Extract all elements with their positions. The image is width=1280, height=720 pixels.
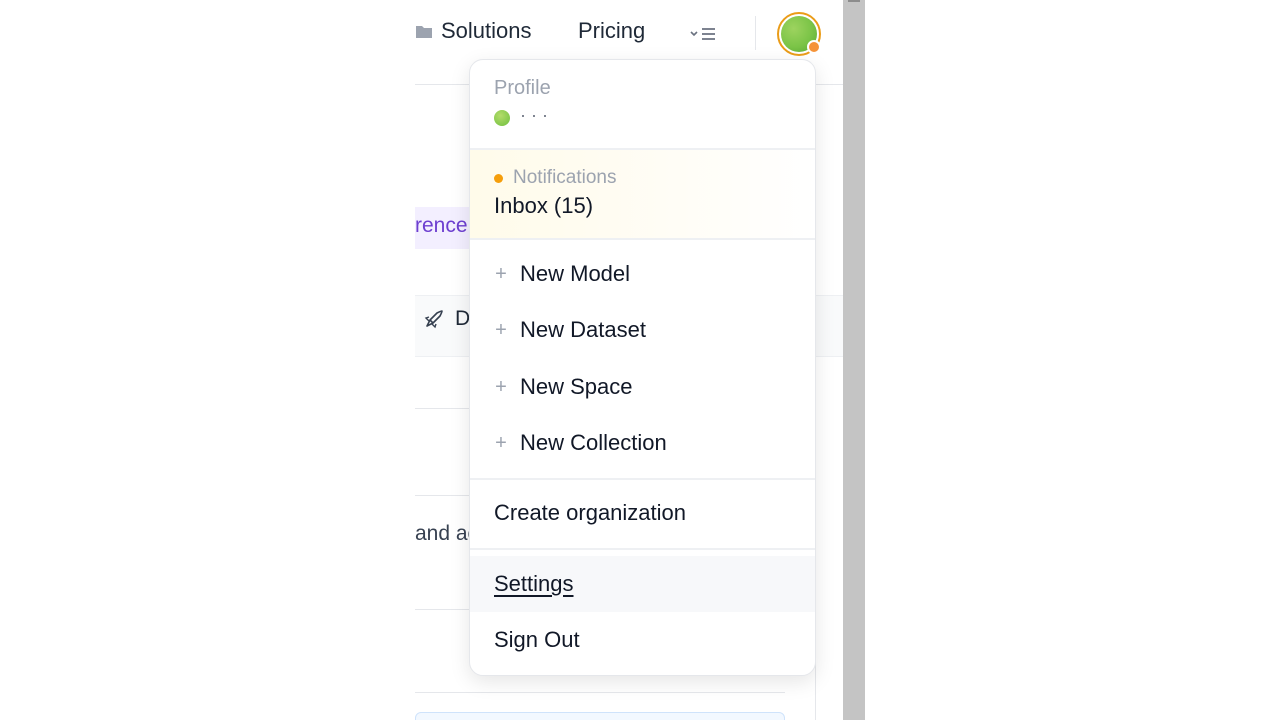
menu-new-space-label: New Space bbox=[520, 374, 633, 399]
plus-icon: + bbox=[495, 431, 507, 454]
menu-new-model-label: New Model bbox=[520, 261, 631, 286]
nav-more-button[interactable] bbox=[687, 22, 719, 46]
profile-section[interactable]: Profile · · · bbox=[470, 60, 815, 148]
menu-new-model[interactable]: + New Model bbox=[470, 246, 815, 302]
content-divider bbox=[415, 609, 475, 610]
nav-divider bbox=[755, 16, 756, 50]
plus-icon: + bbox=[495, 262, 507, 285]
menu-sign-out-label: Sign Out bbox=[494, 627, 580, 652]
plus-icon: + bbox=[495, 375, 507, 398]
content-divider bbox=[415, 495, 475, 496]
menu-settings-label: Settings bbox=[494, 571, 574, 596]
menu-new-dataset-label: New Dataset bbox=[520, 317, 646, 342]
profile-username: · · · bbox=[520, 111, 548, 125]
menu-create-organization[interactable]: Create organization bbox=[470, 485, 815, 541]
menu-sign-out[interactable]: Sign Out bbox=[470, 612, 815, 668]
plus-icon: + bbox=[495, 318, 507, 341]
profile-row[interactable]: · · · bbox=[494, 110, 548, 126]
notifications-label: Notifications bbox=[513, 167, 617, 188]
nav-pricing[interactable]: Pricing bbox=[578, 18, 645, 44]
menu-separator bbox=[470, 548, 815, 550]
content-divider bbox=[415, 408, 475, 409]
notification-badge-dot bbox=[807, 40, 821, 54]
chevron-menu-icon bbox=[690, 28, 715, 40]
top-navigation: Solutions Pricing bbox=[415, 0, 843, 68]
user-dropdown-menu: Profile · · · Notifications Inbox (15) +… bbox=[469, 59, 816, 676]
menu-new-dataset[interactable]: + New Dataset bbox=[470, 302, 815, 358]
notifications-label-row: Notifications bbox=[494, 167, 617, 189]
menu-settings[interactable]: Settings bbox=[470, 556, 815, 612]
inbox-count[interactable]: Inbox (15) bbox=[494, 193, 593, 219]
nav-pricing-label: Pricing bbox=[578, 18, 646, 43]
rocket-icon bbox=[424, 310, 443, 329]
nav-solutions[interactable]: Solutions bbox=[415, 18, 532, 44]
menu-new-collection[interactable]: + New Collection bbox=[470, 415, 815, 471]
notifications-section[interactable]: Notifications Inbox (15) bbox=[470, 150, 815, 238]
menu-separator bbox=[470, 238, 815, 240]
deploy-label-fragment: D bbox=[455, 307, 471, 330]
mini-avatar-icon bbox=[494, 110, 510, 126]
info-box bbox=[415, 712, 785, 720]
menu-new-collection-label: New Collection bbox=[520, 430, 667, 455]
scrollbar-arrow-mark bbox=[848, 0, 860, 2]
menu-new-space[interactable]: + New Space bbox=[470, 359, 815, 415]
nav-solutions-label: Solutions bbox=[441, 18, 532, 43]
deploy-button-fragment[interactable]: D bbox=[423, 307, 470, 331]
content-divider bbox=[415, 692, 785, 693]
menu-create-organization-label: Create organization bbox=[494, 500, 687, 525]
notification-dot-icon bbox=[494, 173, 503, 183]
purple-link-fragment[interactable]: rence bbox=[415, 214, 468, 238]
profile-label: Profile bbox=[494, 77, 551, 99]
menu-separator bbox=[470, 478, 815, 480]
folder-icon bbox=[416, 26, 432, 38]
scrollbar[interactable] bbox=[843, 0, 865, 720]
